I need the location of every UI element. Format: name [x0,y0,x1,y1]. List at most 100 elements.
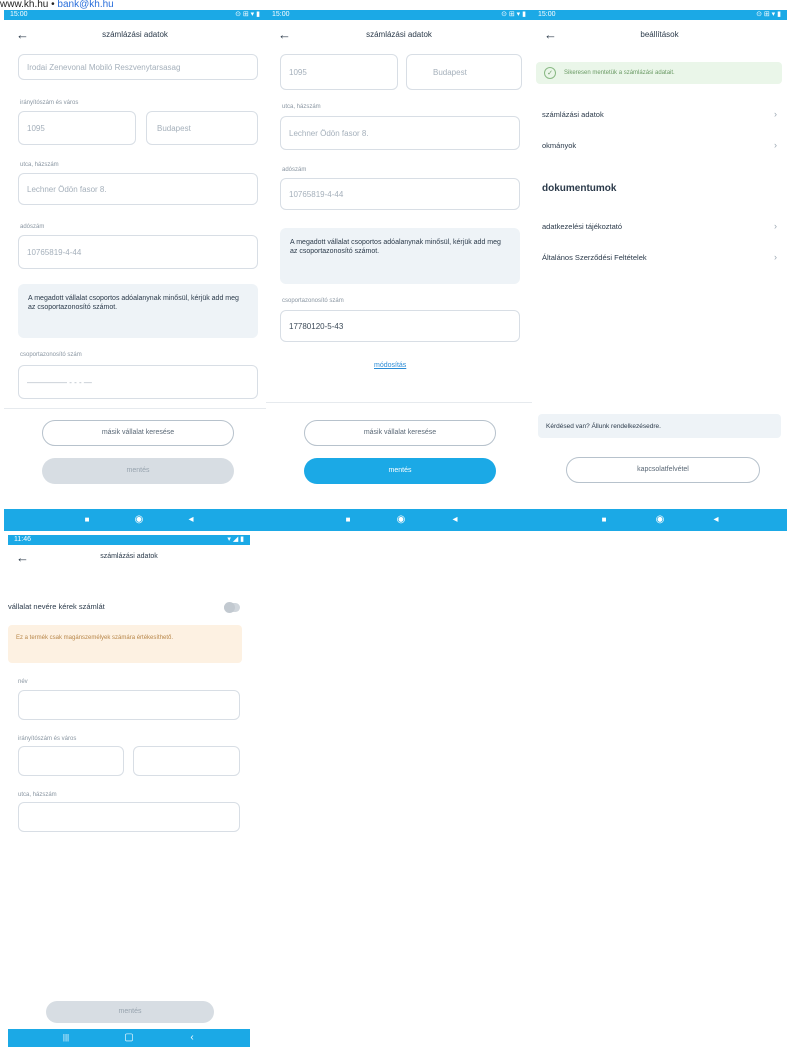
other-company-button[interactable]: másik vállalat keresése [304,420,496,446]
company-name-field[interactable]: Irodai Zenevonal Mobiló Reszvenytarsasag [18,54,258,80]
system-nav-bar: ||| ▢ ‹ [8,1029,250,1047]
field-value: 10765819-4-44 [289,189,344,199]
documents-section-title: dokumentumok [542,183,617,194]
home-icon[interactable]: ◉ [652,513,668,527]
street-field[interactable]: Lechner Ödön fasor 8. [280,116,520,150]
street-label: utca, házszám [18,792,57,798]
zip-field[interactable]: 1095 [280,54,398,90]
status-time: 11:46 [14,536,31,543]
city-field[interactable]: Budapest [406,54,522,90]
check-circle-icon: ✓ [544,67,556,79]
status-icons: ▾ ◢ ▮ [227,536,244,543]
status-time: 15:00 [10,11,28,18]
screen-billing-data-2: 15:00 ⊙ ⊞ ▾ ▮ ← számlázási adatok 1095 Bu… [266,10,532,531]
group-id-field[interactable]: ————— - - - — [18,365,258,399]
settings-row-billing[interactable]: számlázási adatok › [542,105,777,123]
city-field[interactable]: Budapest [146,111,258,145]
field-value: 17780120-5-43 [289,321,344,331]
chevron-right-icon: › [774,109,777,119]
status-icons: ⊙ ⊞ ▾ ▮ [501,11,526,18]
header: ← számlázási adatok [266,24,532,50]
recent-apps-icon[interactable]: ■ [79,513,95,527]
back-icon[interactable]: ◂ [183,513,199,527]
help-box: Kérdésed van? Állunk rendelkezésedre. [538,414,781,438]
tax-label: adószám [20,224,45,230]
settings-row-documents[interactable]: okmányok › [542,136,777,154]
group-id-label: csoportazonosító szám [20,352,82,358]
back-icon[interactable]: ◂ [708,513,724,527]
doc-row-terms[interactable]: Általános Szerződési Feltételek › [542,248,777,266]
page-title: számlázási adatok [100,553,158,560]
field-value: 1095 [289,67,307,77]
save-button[interactable]: mentés [42,458,234,484]
row-label: adatkezelési tájékoztató [542,221,623,231]
back-icon[interactable]: ‹ [184,1031,200,1045]
edit-link[interactable]: módosítás [374,362,406,369]
field-value: Budapest [433,67,467,77]
header: ← számlázási adatok [8,547,250,573]
street-field[interactable] [18,802,240,832]
header: ← beállítások [532,24,787,50]
tax-field[interactable]: 10765819-4-44 [280,178,520,210]
save-button[interactable]: mentés [46,1001,214,1023]
zip-field[interactable] [18,746,124,776]
home-icon[interactable]: ◉ [131,513,147,527]
status-icons: ⊙ ⊞ ▾ ▮ [756,11,781,18]
screen-settings: 15:00 ⊙ ⊞ ▾ ▮ ← beállítások ✓ Sikeresen m… [532,10,787,531]
zip-label: irányítószám és város [18,736,77,742]
home-icon[interactable]: ▢ [121,1031,137,1045]
name-field[interactable] [18,690,240,720]
screen-billing-data-1: 15:00 ⊙ ⊞ ▾ ▮ ← számlázási adatok Irodai … [4,10,266,531]
street-label: utca, házszám [20,162,59,168]
row-label: számlázási adatok [542,109,604,119]
other-company-button[interactable]: másik vállalat keresése [42,420,234,446]
row-label: Általános Szerződési Feltételek [542,252,647,262]
success-banner: ✓ Sikeresen mentetük a számlázási adatai… [536,62,782,84]
status-bar: 15:00 ⊙ ⊞ ▾ ▮ [266,10,532,20]
tax-field[interactable]: 10765819-4-44 [18,235,258,269]
screen-billing-data-empty: 11:46 ▾ ◢ ▮ ← számlázási adatok vállalat … [8,535,250,1047]
home-icon[interactable]: ◉ [393,513,409,527]
company-invoice-toggle[interactable] [224,602,240,613]
status-bar: 15:00 ⊙ ⊞ ▾ ▮ [4,10,266,20]
group-tax-info: A megadott vállalat csoportos adóalanyna… [280,228,520,284]
status-bar: 15:00 ⊙ ⊞ ▾ ▮ [532,10,787,20]
field-value: 1095 [27,123,45,133]
field-value: 10765819-4-44 [27,247,82,257]
header: ← számlázási adatok [4,24,266,50]
name-label: név [18,679,28,685]
tax-label: adószám [282,167,307,173]
recent-apps-icon[interactable]: ■ [340,513,356,527]
chevron-right-icon: › [774,140,777,150]
chevron-right-icon: › [774,252,777,262]
group-id-field[interactable]: 17780120-5-43 [280,310,520,342]
back-icon[interactable]: ◂ [447,513,463,527]
system-nav-bar: ■ ◉ ◂ [266,509,532,531]
page-title: beállítások [640,30,679,39]
street-label: utca, házszám [282,104,321,110]
zip-field[interactable]: 1095 [18,111,136,145]
page-title: számlázási adatok [102,30,168,39]
toggle-knob [224,602,235,613]
group-tax-info: A megadott vállalat csoportos adóalanyna… [18,284,258,338]
divider [4,408,266,409]
city-field[interactable] [133,746,240,776]
field-value: Irodai Zenevonal Mobiló Reszvenytarsasag [27,62,181,72]
save-button[interactable]: mentés [304,458,496,484]
field-value: Lechner Ödön fasor 8. [27,184,107,194]
recent-apps-icon[interactable]: ||| [58,1031,74,1045]
warning-banner: Ez a termék csak magánszemélyek számára … [8,625,242,663]
doc-row-privacy[interactable]: adatkezelési tájékoztató › [542,217,777,235]
field-value: Lechner Ödön fasor 8. [289,128,369,138]
system-nav-bar: ■ ◉ ◂ [4,509,266,531]
field-placeholder: ————— - - - — [27,377,92,387]
street-field[interactable]: Lechner Ödön fasor 8. [18,173,258,205]
company-invoice-label: vállalat nevére kérek számlát [8,602,105,611]
recent-apps-icon[interactable]: ■ [596,513,612,527]
zip-label: irányítószám és város [20,100,79,106]
status-time: 15:00 [538,11,556,18]
divider [266,402,532,403]
source-line: www.kh.hu • bank@kh.hu [0,0,114,10]
email-link[interactable]: bank@kh.hu [57,0,113,10]
contact-button[interactable]: kapcsolatfelvétel [566,457,760,483]
